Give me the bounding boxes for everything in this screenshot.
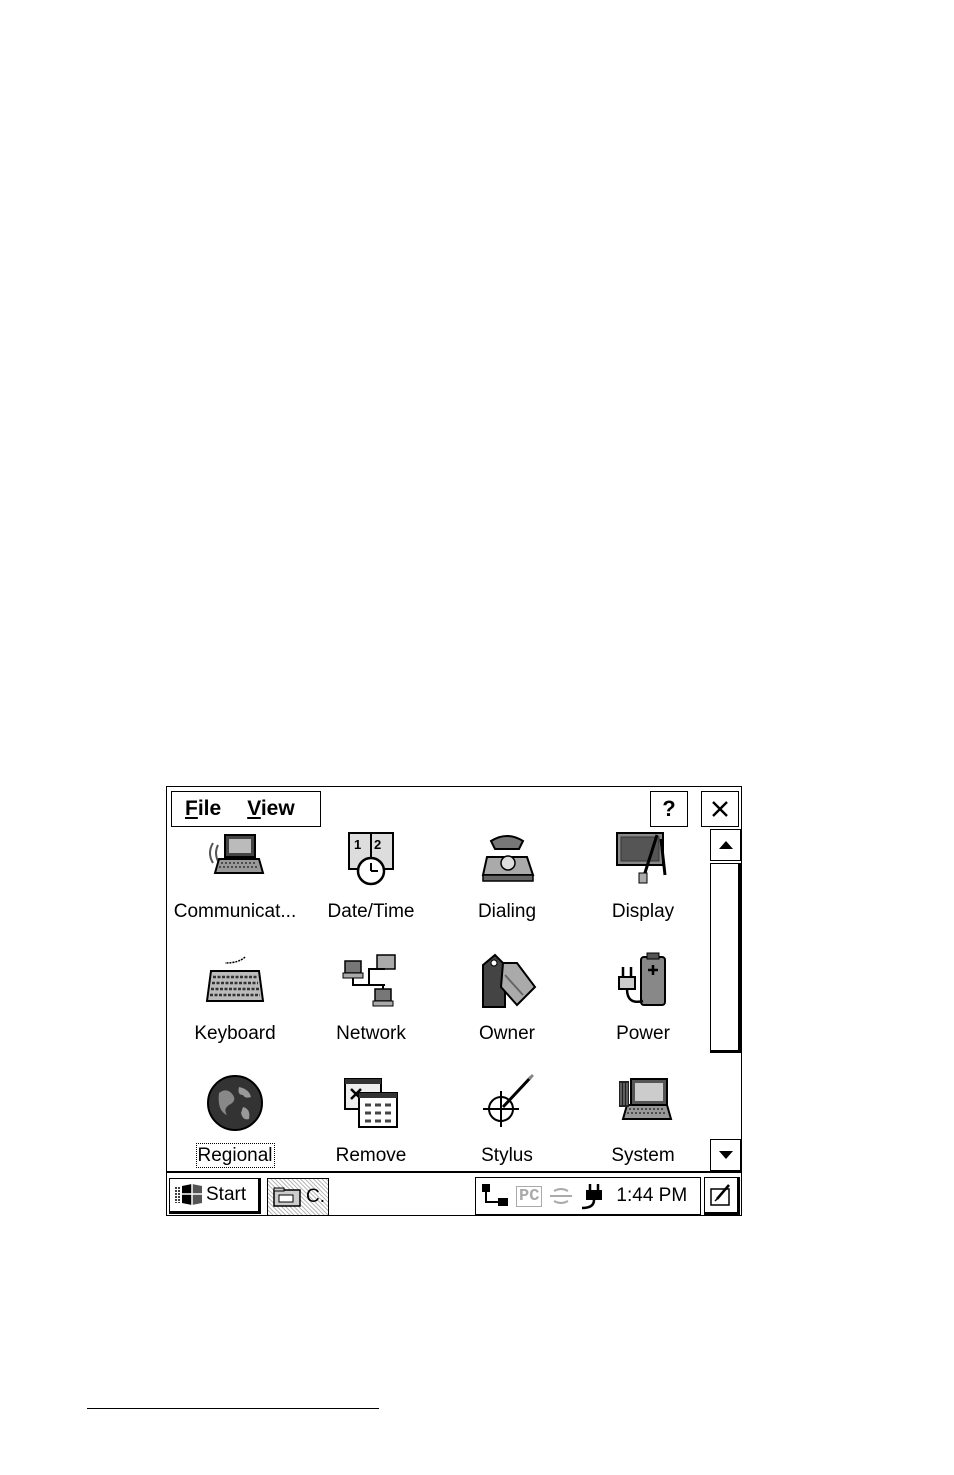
help-button[interactable]: ? [650,791,688,827]
applet-owner[interactable]: Owner [439,951,575,1071]
applet-label: Keyboard [194,1023,276,1044]
scroll-up-button[interactable] [710,829,741,861]
arrow-down-icon [718,1151,733,1159]
applet-label: Owner [479,1023,535,1044]
applet-label: Power [616,1023,670,1044]
scroll-thumb[interactable] [710,863,741,1053]
folder-icon [273,1187,301,1207]
input-panel-button[interactable] [704,1177,740,1215]
start-label: Start [206,1184,247,1205]
remove-programs-icon [344,1078,398,1128]
network-icon [342,954,396,1007]
applet-label: Communicat... [173,901,297,922]
applet-communication[interactable]: Communicat... [167,829,303,949]
close-icon [712,801,728,817]
applet-label: Date/Time [327,901,415,922]
control-panel-window: File View ? Communicat... 12 Date/Time D… [166,786,742,1216]
menu-view[interactable]: View [221,797,295,821]
communication-icon [209,834,265,874]
applet-label: Stylus [481,1145,533,1166]
taskbar-control-panel-button[interactable]: C. [267,1178,329,1216]
pc-card-icon[interactable]: PC [516,1185,543,1207]
menu-file[interactable]: File [172,797,221,821]
clock[interactable]: 1:44 PM [616,1185,687,1207]
telephone-icon [481,835,535,882]
input-panel-icon [710,1184,730,1206]
applet-label: Network [336,1023,406,1044]
menu-bar: File View [171,791,321,827]
stylus-icon [483,1073,535,1127]
applet-label: Dialing [477,901,537,922]
applet-label: System [611,1145,675,1166]
connection-icon[interactable] [480,1182,510,1210]
system-tray: PC 1:44 PM [475,1177,701,1215]
applet-dialing[interactable]: Dialing [439,829,575,949]
svg-text:2: 2 [374,837,381,852]
applet-date-time[interactable]: 12 Date/Time [303,829,439,949]
windows-logo-icon [175,1184,202,1205]
scroll-down-button[interactable] [710,1139,741,1171]
applet-network[interactable]: Network [303,951,439,1071]
applet-label: Remove [335,1145,407,1166]
owner-tag-icon [482,953,537,1008]
vertical-scrollbar[interactable] [710,829,742,1171]
globe-icon [207,1075,263,1131]
power-icon [618,952,666,1006]
applet-keyboard[interactable]: Keyboard [167,951,303,1071]
applet-label: Regional [195,1143,275,1168]
system-icon [619,1078,673,1120]
svg-text:1: 1 [354,837,361,852]
close-button[interactable] [701,791,739,827]
footnote-rule [87,1408,379,1409]
power-plug-icon[interactable] [580,1182,606,1210]
infrared-icon[interactable] [548,1186,574,1206]
applet-grid: Communicat... 12 Date/Time Dialing Displ… [167,829,709,1171]
keyboard-icon [205,956,265,1002]
arrow-up-icon [718,841,733,849]
applet-display[interactable]: Display [575,829,711,949]
applet-label: Display [611,901,675,922]
start-button[interactable]: Start [169,1178,261,1214]
taskbar: Start C. PC 1:44 PM [167,1171,741,1216]
task-label: C. [306,1186,325,1207]
display-icon [616,832,667,884]
date-time-icon: 12 [348,832,394,886]
applet-power[interactable]: Power [575,951,711,1071]
